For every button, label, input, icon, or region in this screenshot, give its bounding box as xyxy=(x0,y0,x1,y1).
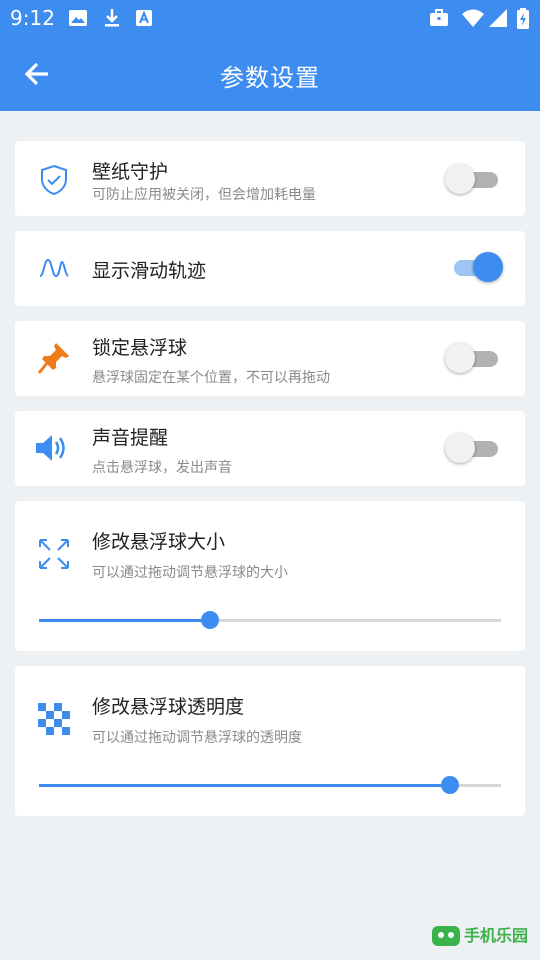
page-title: 参数设置 xyxy=(220,64,320,92)
setting-title: 显示滑动轨迹 xyxy=(92,260,207,282)
sound-toggle[interactable] xyxy=(445,433,501,463)
sine-wave-icon xyxy=(39,258,69,278)
setting-title: 锁定悬浮球 xyxy=(92,337,188,359)
watermark-text: 手机乐园 xyxy=(464,926,529,945)
download-icon xyxy=(105,9,119,27)
signal-icon xyxy=(489,9,507,27)
toggle-knob xyxy=(445,433,475,463)
status-bar: 9:12 xyxy=(0,0,540,36)
briefcase-icon xyxy=(430,9,448,26)
slider-thumb[interactable] xyxy=(441,776,460,794)
slider-fill xyxy=(39,619,210,622)
setting-lock-ball[interactable]: 锁定悬浮球 悬浮球固定在某个位置，不可以再拖动 xyxy=(15,321,525,396)
ball-opacity-slider[interactable] xyxy=(39,775,501,795)
setting-wallpaper-guard[interactable]: 壁纸守护 可防止应用被关闭，但会增加耗电量 xyxy=(15,141,525,216)
toggle-knob xyxy=(445,343,475,373)
setting-subtitle: 可防止应用被关闭，但会增加耗电量 xyxy=(92,187,316,203)
wifi-icon xyxy=(462,9,484,27)
toggle-knob xyxy=(473,252,503,282)
battery-charging-icon xyxy=(517,8,529,29)
toggle-knob xyxy=(445,164,475,194)
setting-subtitle: 悬浮球固定在某个位置，不可以再拖动 xyxy=(92,370,330,386)
app-bar: 参数设置 xyxy=(0,36,540,111)
setting-title: 修改悬浮球透明度 xyxy=(92,696,245,718)
lock-ball-toggle[interactable] xyxy=(445,343,501,373)
slider-thumb[interactable] xyxy=(200,611,219,629)
show-track-toggle[interactable] xyxy=(451,252,503,282)
setting-subtitle: 可以通过拖动调节悬浮球的大小 xyxy=(92,565,288,581)
setting-sound[interactable]: 声音提醒 点击悬浮球，发出声音 xyxy=(15,411,525,486)
setting-ball-opacity: 修改悬浮球透明度 可以通过拖动调节悬浮球的透明度 xyxy=(15,666,525,816)
setting-ball-size: 修改悬浮球大小 可以通过拖动调节悬浮球的大小 xyxy=(15,501,525,651)
setting-subtitle: 可以通过拖动调节悬浮球的透明度 xyxy=(92,730,302,746)
ball-size-slider[interactable] xyxy=(39,610,501,630)
setting-show-track[interactable]: 显示滑动轨迹 xyxy=(15,231,525,306)
setting-title: 声音提醒 xyxy=(92,427,169,449)
watermark-logo: 手机乐园 xyxy=(430,920,530,950)
status-time: 9:12 xyxy=(10,6,55,30)
checkerboard-icon xyxy=(38,703,70,735)
setting-title: 修改悬浮球大小 xyxy=(92,531,226,553)
wallpaper-guard-toggle[interactable] xyxy=(445,164,501,194)
setting-subtitle: 点击悬浮球，发出声音 xyxy=(92,460,232,476)
a-box-icon xyxy=(136,10,152,26)
slider-fill xyxy=(39,784,451,787)
speaker-icon xyxy=(36,435,65,461)
image-icon xyxy=(69,10,87,26)
shield-check-icon xyxy=(41,164,67,196)
pushpin-icon xyxy=(37,343,69,374)
setting-title: 壁纸守护 xyxy=(92,161,169,183)
expand-arrows-icon xyxy=(39,539,69,569)
watermark-icon xyxy=(432,926,460,946)
